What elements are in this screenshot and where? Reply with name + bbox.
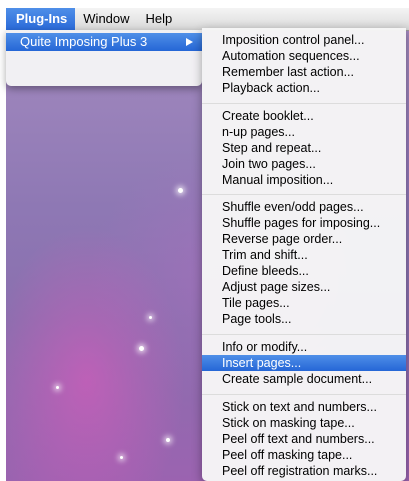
menu-separator bbox=[202, 194, 406, 195]
menu-item-n-up-pages[interactable]: n-up pages... bbox=[202, 124, 406, 140]
menu-item-remember-last-action[interactable]: Remember last action... bbox=[202, 64, 406, 80]
plugins-dropdown: Quite Imposing Plus 3 bbox=[6, 30, 202, 86]
menu-item-page-tools[interactable]: Page tools... bbox=[202, 311, 406, 327]
menu-item-peel-off-masking-tape[interactable]: Peel off masking tape... bbox=[202, 447, 406, 463]
quite-imposing-submenu: Imposition control panel... Automation s… bbox=[202, 28, 406, 481]
star-sparkle bbox=[178, 188, 183, 193]
menu-item-trim-and-shift[interactable]: Trim and shift... bbox=[202, 247, 406, 263]
menu-item-create-sample-document[interactable]: Create sample document... bbox=[202, 371, 406, 387]
menu-item-tile-pages[interactable]: Tile pages... bbox=[202, 295, 406, 311]
menu-item-adjust-page-sizes[interactable]: Adjust page sizes... bbox=[202, 279, 406, 295]
menu-item-quite-imposing[interactable]: Quite Imposing Plus 3 bbox=[6, 33, 202, 51]
submenu-arrow-icon bbox=[186, 38, 193, 46]
menu-item-stick-on-text[interactable]: Stick on text and numbers... bbox=[202, 399, 406, 415]
star-sparkle bbox=[56, 386, 59, 389]
menu-item-shuffle-for-imposing[interactable]: Shuffle pages for imposing... bbox=[202, 215, 406, 231]
menu-item-shuffle-even-odd[interactable]: Shuffle even/odd pages... bbox=[202, 199, 406, 215]
menu-window[interactable]: Window bbox=[75, 8, 137, 30]
star-sparkle bbox=[139, 346, 144, 351]
menu-help[interactable]: Help bbox=[138, 8, 181, 30]
menu-item-automation-sequences[interactable]: Automation sequences... bbox=[202, 48, 406, 64]
star-sparkle bbox=[166, 438, 170, 442]
menu-plugins[interactable]: Plug-Ins bbox=[6, 8, 76, 30]
menu-item-peel-off-text[interactable]: Peel off text and numbers... bbox=[202, 431, 406, 447]
star-sparkle bbox=[120, 456, 123, 459]
menu-separator bbox=[202, 394, 406, 395]
menu-item-reverse-page-order[interactable]: Reverse page order... bbox=[202, 231, 406, 247]
menu-item-join-two-pages[interactable]: Join two pages... bbox=[202, 156, 406, 172]
menu-item-label: Quite Imposing Plus 3 bbox=[20, 34, 148, 49]
menu-item-info-or-modify[interactable]: Info or modify... bbox=[202, 339, 406, 355]
menu-item-insert-pages[interactable]: Insert pages... bbox=[202, 355, 406, 371]
menu-separator bbox=[202, 103, 406, 104]
menu-item-stick-on-masking-tape[interactable]: Stick on masking tape... bbox=[202, 415, 406, 431]
menu-item-peel-off-registration-marks[interactable]: Peel off registration marks... bbox=[202, 463, 406, 479]
menu-item-manual-imposition[interactable]: Manual imposition... bbox=[202, 172, 406, 188]
menu-separator bbox=[202, 334, 406, 335]
menu-item-create-booklet[interactable]: Create booklet... bbox=[202, 108, 406, 124]
star-sparkle bbox=[149, 316, 152, 319]
menu-item-imposition-control-panel[interactable]: Imposition control panel... bbox=[202, 32, 406, 48]
menu-item-define-bleeds[interactable]: Define bleeds... bbox=[202, 263, 406, 279]
menu-item-playback-action[interactable]: Playback action... bbox=[202, 80, 406, 96]
menu-item-step-and-repeat[interactable]: Step and repeat... bbox=[202, 140, 406, 156]
